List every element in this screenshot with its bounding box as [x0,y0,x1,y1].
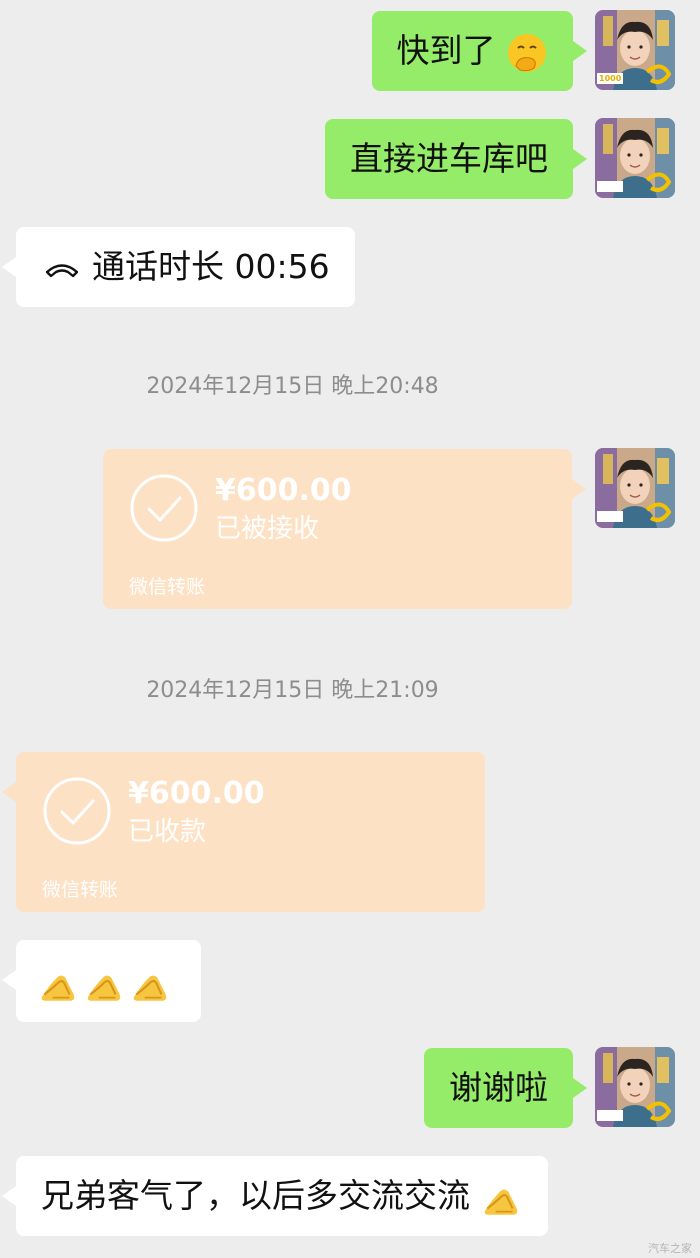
folded-hands-icon [84,963,126,1005]
avatar[interactable] [595,448,675,528]
message-text: 谢谢啦 [449,1068,548,1107]
folded-hands-icon [481,1177,523,1219]
transfer-card[interactable]: ¥600.00 已收款 微信转账 [2,752,485,912]
phone-hangup-icon [45,263,79,277]
check-circle-icon [43,777,111,845]
message-bubble[interactable] [2,940,201,1022]
folded-hands-icon [130,963,172,1005]
watermark: 汽车之家 [648,1242,692,1255]
transfer-label: 微信转账 [129,576,206,598]
message-bubble[interactable]: 快到了 [371,11,587,91]
timestamp: 2024年12月15日 晚上20:48 [146,374,439,399]
avatar[interactable] [595,118,675,198]
message-text: 兄弟客气了，以后多交流交流 [41,1176,470,1215]
hand-over-mouth-emoji-icon [508,33,546,72]
message-bubble[interactable]: 直接进车库吧 [325,119,587,199]
message-text: 快到了 [396,31,496,70]
message-text: 直接进车库吧 [350,139,548,178]
transfer-label: 微信转账 [42,879,119,901]
timestamp: 2024年12月15日 晚上21:09 [146,678,439,703]
transfer-amount: ¥600.00 [215,473,352,508]
call-record-bubble[interactable]: 通话时长 00:56 [2,227,355,307]
check-circle-icon [130,474,198,542]
transfer-card[interactable]: ¥600.00 已被接收 微信转账 [103,449,586,609]
avatar[interactable]: 1000 [595,10,675,90]
call-duration-text: 通话时长 00:56 [92,247,330,286]
message-bubble[interactable]: 兄弟客气了，以后多交流交流 [2,1156,548,1236]
folded-hands-icon [38,963,80,1005]
message-bubble[interactable]: 谢谢啦 [424,1048,587,1128]
transfer-status: 已收款 [128,817,207,847]
transfer-amount: ¥600.00 [128,776,265,811]
avatar-badge: 1000 [599,74,622,83]
avatar[interactable] [595,1047,675,1127]
transfer-status: 已被接收 [215,514,320,544]
